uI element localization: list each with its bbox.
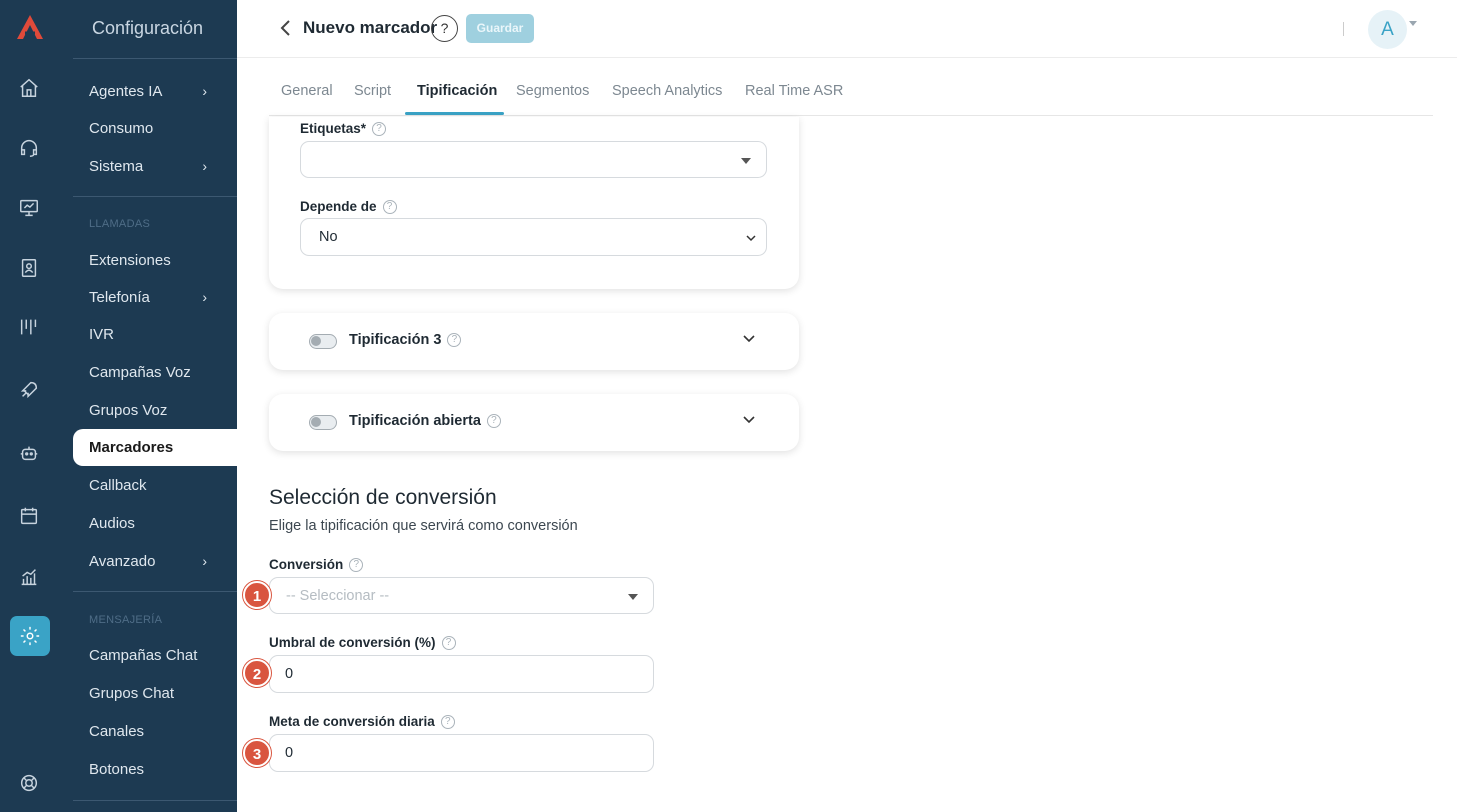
section-heading-llamadas: LLAMADAS bbox=[89, 218, 151, 230]
nav-divider bbox=[73, 591, 237, 592]
nav-item-consumo[interactable]: Consumo bbox=[73, 110, 237, 146]
chevron-right-icon: › bbox=[202, 158, 207, 174]
meta-label: Meta de conversión diaria? bbox=[269, 714, 455, 729]
step-badge-2: 2 bbox=[243, 659, 271, 687]
help-question-icon[interactable]: ? bbox=[440, 714, 455, 729]
calendar-icon[interactable] bbox=[17, 504, 41, 528]
etiquetas-select[interactable] bbox=[300, 141, 767, 178]
caret-down-icon[interactable] bbox=[1409, 21, 1417, 26]
back-arrow-icon[interactable] bbox=[279, 18, 293, 38]
nav-divider bbox=[73, 196, 237, 197]
chevron-right-icon: › bbox=[202, 83, 207, 99]
nav-item-botones[interactable]: Botones bbox=[73, 751, 237, 787]
chevron-down-icon[interactable] bbox=[743, 333, 755, 345]
page-title: Nuevo marcador bbox=[303, 18, 438, 37]
tipificacion-3-row[interactable]: Tipificación 3? bbox=[269, 313, 799, 370]
nav-item-audios[interactable]: Audios bbox=[73, 505, 237, 541]
tab-bar: General Script Tipificación Segmentos Sp… bbox=[269, 58, 1433, 116]
depende-label: Depende de? bbox=[300, 199, 397, 214]
nav-divider bbox=[73, 58, 237, 59]
meta-input[interactable]: 0 bbox=[269, 734, 654, 772]
nav-title: Configuración bbox=[92, 18, 204, 38]
help-question-icon[interactable]: ? bbox=[372, 121, 387, 136]
icon-rail bbox=[0, 0, 58, 812]
chevron-right-icon: › bbox=[202, 553, 207, 569]
monitor-icon[interactable] bbox=[17, 196, 41, 220]
umbral-input[interactable]: 0 bbox=[269, 655, 654, 693]
settings-gear-icon[interactable] bbox=[10, 616, 50, 656]
umbral-label: Umbral de conversión (%)? bbox=[269, 635, 456, 650]
rocket-icon[interactable] bbox=[17, 378, 41, 402]
help-question-icon[interactable]: ? bbox=[349, 557, 364, 572]
nav-item-sistema[interactable]: Sistema › bbox=[73, 148, 237, 184]
tab-general[interactable]: General bbox=[281, 83, 333, 99]
caret-down-icon bbox=[741, 157, 751, 164]
kanban-icon[interactable] bbox=[17, 315, 41, 339]
nav-item-agentes-ia[interactable]: Agentes IA › bbox=[73, 73, 237, 109]
chevron-down-icon bbox=[746, 235, 756, 242]
nav-item-avanzado[interactable]: Avanzado › bbox=[73, 543, 237, 579]
section-title: Selección de conversión bbox=[269, 486, 497, 509]
nav-item-telefonia[interactable]: Telefonía › bbox=[73, 279, 237, 315]
step-badge-1: 1 bbox=[243, 581, 271, 609]
top-bar: Nuevo marcador ? Guardar A bbox=[237, 0, 1457, 58]
chevron-down-icon[interactable] bbox=[743, 414, 755, 426]
tab-tipificacion[interactable]: Tipificación bbox=[417, 83, 497, 99]
analytics-chart-icon[interactable] bbox=[17, 565, 41, 589]
user-avatar[interactable]: A bbox=[1368, 10, 1407, 49]
chevron-right-icon: › bbox=[202, 289, 207, 305]
tipificacion-3-label: Tipificación 3? bbox=[349, 332, 462, 348]
active-tab-indicator bbox=[405, 112, 504, 115]
step-badge-3: 3 bbox=[243, 739, 271, 767]
depende-select[interactable]: No bbox=[300, 218, 767, 256]
home-icon[interactable] bbox=[17, 76, 41, 100]
save-button[interactable]: Guardar bbox=[466, 14, 534, 43]
etiquetas-label: Etiquetas*? bbox=[300, 121, 387, 136]
app-logo-icon[interactable] bbox=[15, 13, 45, 41]
help-question-icon[interactable]: ? bbox=[447, 333, 462, 347]
nav-item-campanas-chat[interactable]: Campañas Chat bbox=[73, 637, 237, 673]
help-icon[interactable]: ? bbox=[431, 15, 458, 42]
tab-segmentos[interactable]: Segmentos bbox=[516, 83, 589, 99]
nav-item-grupos-voz[interactable]: Grupos Voz bbox=[73, 392, 237, 428]
conversion-select[interactable]: -- Seleccionar -- bbox=[269, 577, 654, 614]
tipificacion-abierta-toggle[interactable] bbox=[309, 415, 337, 430]
robot-icon[interactable] bbox=[17, 441, 41, 465]
help-question-icon[interactable]: ? bbox=[441, 635, 456, 650]
contacts-book-icon[interactable] bbox=[17, 256, 41, 280]
tab-script[interactable]: Script bbox=[354, 83, 391, 99]
tipificacion-3-toggle[interactable] bbox=[309, 334, 337, 349]
nav-divider bbox=[73, 800, 237, 801]
tab-real-time-asr[interactable]: Real Time ASR bbox=[745, 83, 843, 99]
nav-item-campanas-voz[interactable]: Campañas Voz bbox=[73, 354, 237, 390]
settings-nav: Configuración Agentes IA › Consumo Sistem… bbox=[58, 0, 237, 812]
tipificacion-card: Etiquetas*? Depende de? No bbox=[269, 117, 799, 289]
section-subtitle: Elige la tipificación que servirá como c… bbox=[269, 518, 578, 534]
help-question-icon[interactable]: ? bbox=[382, 199, 397, 214]
nav-item-callback[interactable]: Callback bbox=[73, 467, 237, 503]
nav-item-grupos-chat[interactable]: Grupos Chat bbox=[73, 675, 237, 711]
tipificacion-abierta-row[interactable]: Tipificación abierta? bbox=[269, 394, 799, 451]
caret-down-icon bbox=[628, 593, 638, 600]
nav-item-canales[interactable]: Canales bbox=[73, 713, 237, 749]
tab-speech-analytics[interactable]: Speech Analytics bbox=[612, 83, 722, 99]
nav-item-marcadores[interactable]: Marcadores bbox=[73, 429, 237, 466]
conversion-label: Conversión? bbox=[269, 557, 364, 572]
nav-item-extensiones[interactable]: Extensiones bbox=[73, 242, 237, 278]
help-question-icon[interactable]: ? bbox=[486, 414, 501, 428]
section-heading-mensajeria: MENSAJERÍA bbox=[89, 614, 163, 626]
support-lifebuoy-icon[interactable] bbox=[17, 771, 41, 795]
header-divider bbox=[1343, 22, 1344, 36]
headset-icon[interactable] bbox=[17, 136, 41, 160]
nav-item-ivr[interactable]: IVR bbox=[73, 316, 237, 352]
tipificacion-abierta-label: Tipificación abierta? bbox=[349, 413, 501, 429]
